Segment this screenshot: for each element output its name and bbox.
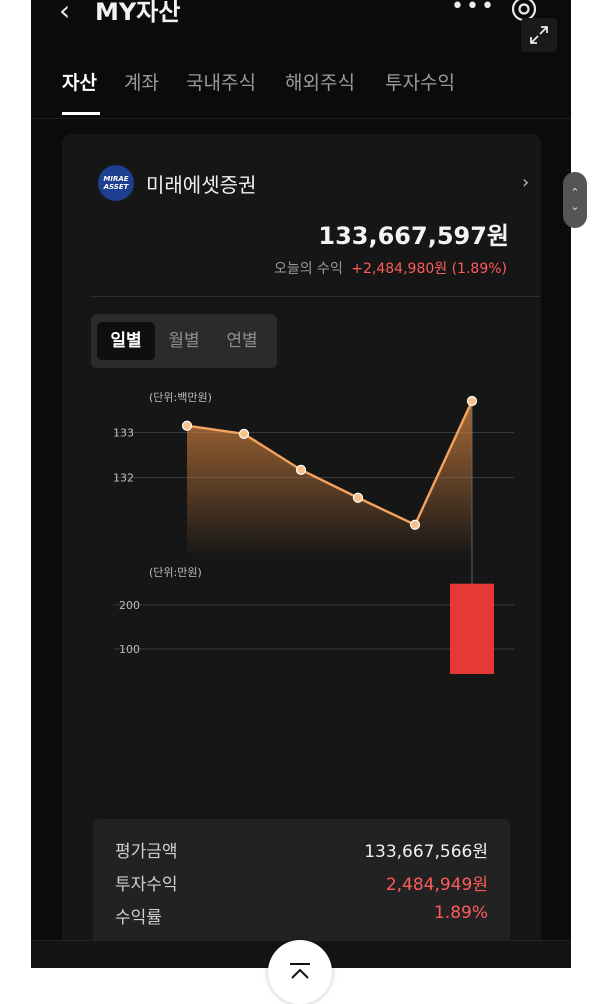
valuation-label: 평가금액	[115, 842, 178, 862]
chevron-up-icon[interactable]: ⌃	[570, 186, 579, 200]
area-unit-label: (단위:백만원)	[149, 391, 212, 404]
scroll-to-top-icon[interactable]	[268, 940, 332, 1004]
bar-y-tick: 100	[119, 643, 140, 656]
area-y-tick: 133	[113, 427, 134, 440]
page-title: MY자산	[95, 0, 181, 26]
summary-panel: 평가금액 133,667,566원 투자수익 2,484,949원 수익률 1.…	[93, 819, 510, 959]
area-point-03.21	[409, 519, 421, 530]
tab-assets[interactable]: 자산	[62, 68, 97, 95]
bar-y-tick: 200	[119, 599, 140, 612]
more-dots-icon[interactable]: •••	[451, 0, 496, 19]
bar-unit-label: (단위:만원)	[149, 566, 202, 579]
tab-overseas-stocks[interactable]: 해외주식	[285, 68, 355, 95]
profit-label: 투자수익	[115, 875, 178, 895]
profit-value: 2,484,949원	[385, 875, 488, 895]
chevron-left-icon[interactable]: ‹	[59, 0, 70, 27]
return-rate-label: 수익률	[115, 908, 162, 928]
area-point-03.20	[352, 492, 364, 503]
account-card: MIRAE ASSET 미래에셋증권 › 133,667,597원 오늘의 수익…	[62, 134, 541, 968]
summary-row-return-rate: 수익률 1.89%	[115, 903, 488, 933]
tab-investment-returns[interactable]: 투자수익	[385, 68, 455, 95]
tab-bar: 자산 계좌 국내주식 해외주식 투자수익	[31, 60, 571, 119]
area-point-03.17	[181, 420, 193, 431]
app-screen: ‹ MY자산 ••• 자산 계좌 국내주식 해외주식 투자수익 MIRAE AS…	[31, 0, 571, 968]
chevron-down-icon[interactable]: ⌄	[570, 200, 579, 214]
scroll-to-top-glyph	[290, 963, 310, 979]
area-point-03.19	[295, 464, 307, 475]
asset-chart[interactable]: (단위:백만원)133132(단위:만원)200100003.1703.2003…	[62, 134, 541, 674]
valuation-value: 133,667,566원	[364, 842, 488, 862]
expand-arrows	[530, 26, 548, 44]
area-y-tick: 132	[113, 472, 134, 485]
area-point-03.22	[466, 395, 478, 407]
top-bar: ‹ MY자산 •••	[31, 0, 571, 52]
side-scroll-control[interactable]: ⌃ ⌄	[563, 172, 587, 228]
active-tab-indicator	[62, 112, 100, 115]
tab-accounts[interactable]: 계좌	[124, 68, 159, 95]
return-rate-value: 1.89%	[433, 903, 488, 923]
area-point-03.18	[238, 428, 250, 439]
summary-row-valuation: 평가금액 133,667,566원	[115, 837, 488, 867]
summary-row-profit: 투자수익 2,484,949원	[115, 870, 488, 900]
expand-icon[interactable]	[521, 18, 557, 52]
tab-domestic-stocks[interactable]: 국내주식	[186, 68, 256, 95]
bar-03.22	[450, 583, 494, 674]
